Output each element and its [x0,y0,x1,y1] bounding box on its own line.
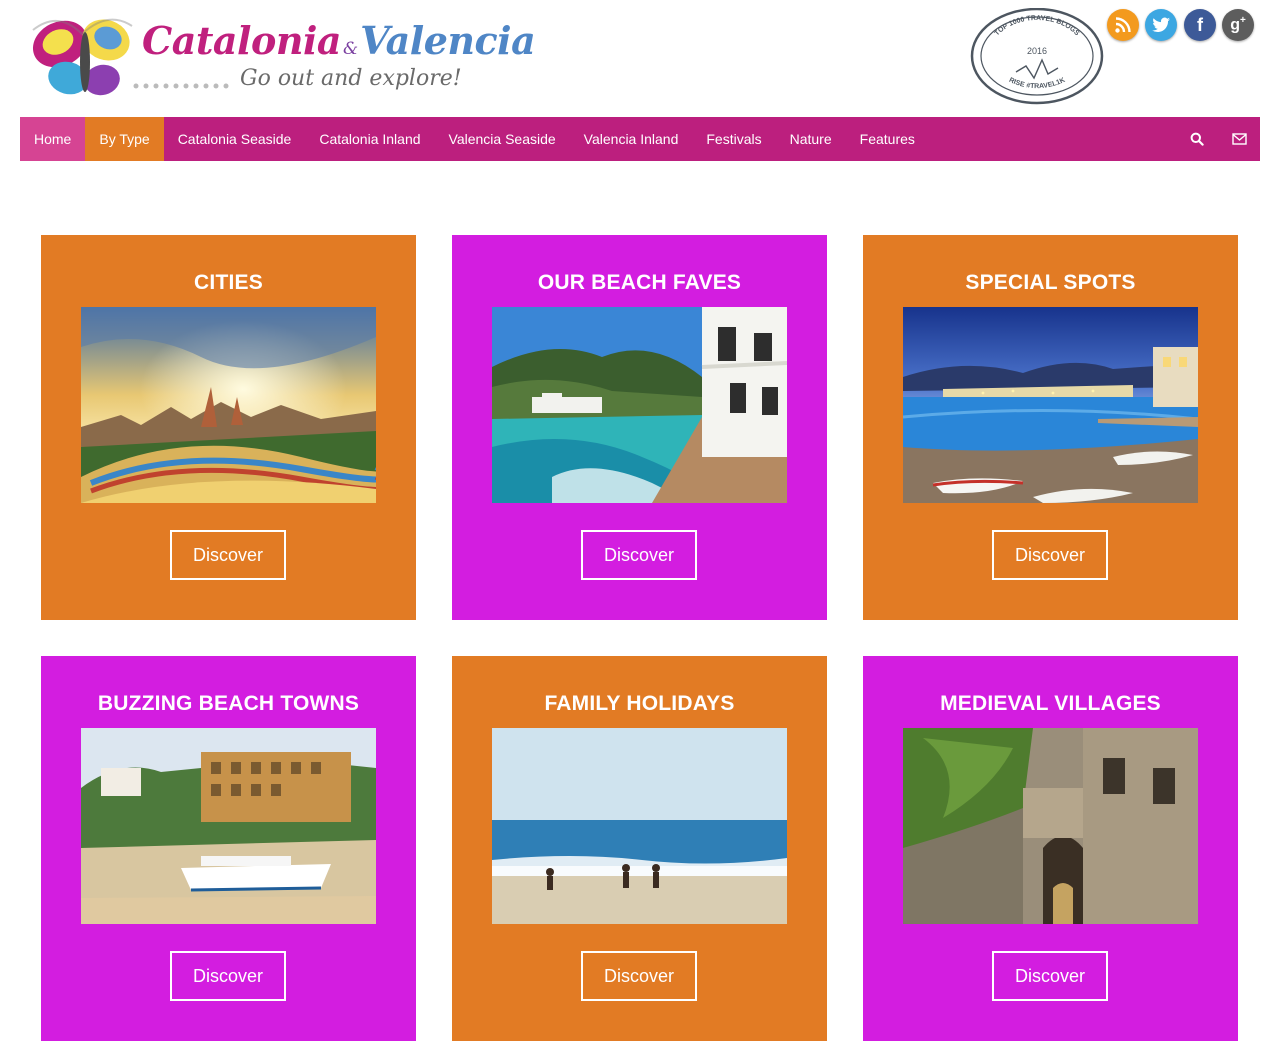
tile-image-medieval-villages[interactable] [903,728,1198,924]
travel-blog-badge[interactable]: TOP 1000 TRAVEL BLOGS 2016 RISE #TRAVEL1… [968,7,1106,108]
twitter-icon[interactable] [1145,9,1177,41]
nav-item-festivals[interactable]: Festivals [692,117,775,161]
svg-text:RISE #TRAVEL1K: RISE #TRAVEL1K [1008,77,1067,90]
badge-top-text: TOP 1000 TRAVEL BLOGS [994,15,1081,38]
nav-item-home[interactable]: Home [20,117,86,161]
discover-button[interactable]: Discover [992,951,1108,1001]
butterfly-icon [32,18,133,96]
nav-item-features[interactable]: Features [846,117,929,161]
tile-title: MEDIEVAL VILLAGES [940,692,1161,715]
tile-title: CITIES [194,271,263,294]
envelope-icon[interactable] [1224,117,1254,161]
tile-special-spots: SPECIAL SPOTS Discover [863,235,1238,620]
facebook-glyph: f [1197,14,1203,35]
logo-dots-decoration [133,83,229,89]
discover-button[interactable]: Discover [581,530,697,580]
logo-tagline: Go out and explore! [240,66,462,91]
nav-item-by-type[interactable]: By Type [85,117,164,161]
tile-cities: CITIES Discover [41,235,416,620]
nav-menu: Home By Type Catalonia Seaside Catalonia… [20,117,929,161]
nav-item-valencia-seaside[interactable]: Valencia Seaside [435,117,570,161]
tile-title: FAMILY HOLIDAYS [544,692,735,715]
badge-year: 2016 [1027,46,1047,56]
tile-medieval-villages: MEDIEVAL VILLAGES Discover [863,656,1238,1041]
logo-ampersand: & [343,39,359,59]
tile-image-special-spots[interactable] [903,307,1198,503]
site-header: Catalonia &Valencia Go out and explore! T… [0,0,1280,117]
tile-title: OUR BEACH FAVES [537,271,742,294]
tile-title: SPECIAL SPOTS [965,271,1136,294]
site-logo[interactable]: Catalonia &Valencia Go out and explore! [28,10,536,106]
rss-icon[interactable] [1107,9,1139,41]
nav-item-catalonia-seaside[interactable]: Catalonia Seaside [164,117,306,161]
search-icon[interactable] [1182,117,1212,161]
logo-name-part2: Valencia [360,18,536,63]
nav-item-nature[interactable]: Nature [776,117,846,161]
google-plus-glyph: g+ [1230,15,1246,34]
tile-image-cities[interactable] [81,307,376,503]
discover-button[interactable]: Discover [581,951,697,1001]
nav-item-catalonia-inland[interactable]: Catalonia Inland [305,117,434,161]
nav-item-valencia-inland[interactable]: Valencia Inland [570,117,693,161]
tile-image-buzzing-beach-towns[interactable] [81,728,376,924]
facebook-icon[interactable]: f [1184,9,1216,41]
tile-image-family-holidays[interactable] [492,728,787,924]
discover-button[interactable]: Discover [170,530,286,580]
tile-image-beach-faves[interactable] [492,307,787,503]
discover-button[interactable]: Discover [170,951,286,1001]
logo-title: Catalonia &Valencia [142,18,536,63]
google-plus-icon[interactable]: g+ [1222,9,1254,41]
discover-button[interactable]: Discover [992,530,1108,580]
logo-name-part1: Catalonia [142,18,342,63]
main-nav: Home By Type Catalonia Seaside Catalonia… [20,117,1260,161]
tile-family-holidays: FAMILY HOLIDAYS Discover [452,656,827,1041]
badge-bottom-text: RISE #TRAVEL1K [1008,77,1067,90]
tile-buzzing-beach-towns: BUZZING BEACH TOWNS Discover [41,656,416,1041]
tile-title: BUZZING BEACH TOWNS [97,692,360,715]
tile-our-beach-faves: OUR BEACH FAVES Discover [452,235,827,620]
svg-text:TOP 1000 TRAVEL BLOGS: TOP 1000 TRAVEL BLOGS [994,15,1081,38]
